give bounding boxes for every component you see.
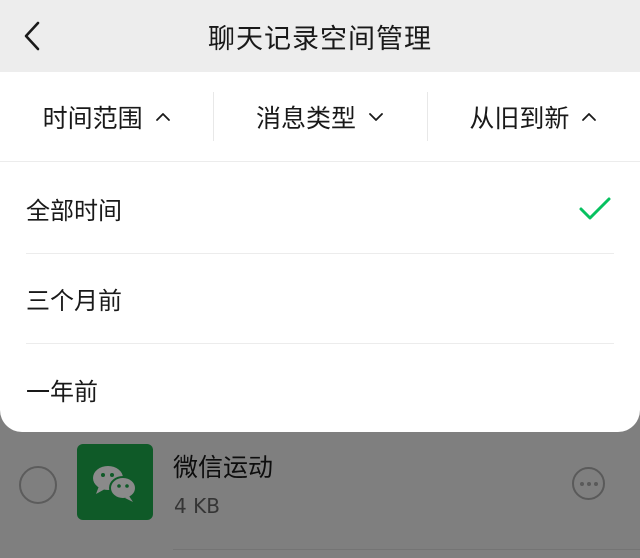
- more-options-icon[interactable]: [572, 467, 605, 500]
- filter-sort-order-label: 从旧到新: [469, 103, 570, 133]
- item-size: 4 KB: [174, 494, 220, 518]
- chevron-down-icon: [368, 109, 384, 125]
- back-button[interactable]: [12, 14, 52, 58]
- filter-time-range-label: 时间范围: [42, 103, 143, 133]
- time-range-dropdown: 全部时间 三个月前 一年前: [0, 162, 640, 432]
- screen: 聊天记录空间管理 时间范围 消息类型 从旧到新 全部时间 三个月前 一年前 微信…: [0, 0, 640, 558]
- check-icon: [579, 197, 611, 219]
- chevron-up-icon: [155, 109, 171, 125]
- filter-sort-order[interactable]: 从旧到新: [426, 72, 640, 161]
- nav-header: 聊天记录空间管理: [0, 0, 640, 72]
- option-one-year-ago[interactable]: 一年前: [26, 344, 614, 434]
- option-label: 全部时间: [26, 197, 122, 225]
- chevron-left-icon: [24, 21, 40, 51]
- option-all-time[interactable]: 全部时间: [26, 164, 614, 254]
- filter-message-type[interactable]: 消息类型: [213, 72, 426, 161]
- item-name: 微信运动: [173, 453, 274, 482]
- wechat-chat-icon: [77, 444, 153, 520]
- filter-message-type-label: 消息类型: [255, 103, 356, 133]
- select-radio[interactable]: [19, 466, 57, 504]
- row-divider: [173, 549, 640, 550]
- filter-time-range[interactable]: 时间范围: [0, 72, 213, 161]
- chevron-up-icon: [581, 109, 597, 125]
- option-three-months-ago[interactable]: 三个月前: [26, 254, 614, 344]
- filter-bar: 时间范围 消息类型 从旧到新: [0, 72, 640, 162]
- option-label: 三个月前: [26, 287, 122, 315]
- option-label: 一年前: [26, 377, 98, 406]
- page-title: 聊天记录空间管理: [208, 23, 432, 55]
